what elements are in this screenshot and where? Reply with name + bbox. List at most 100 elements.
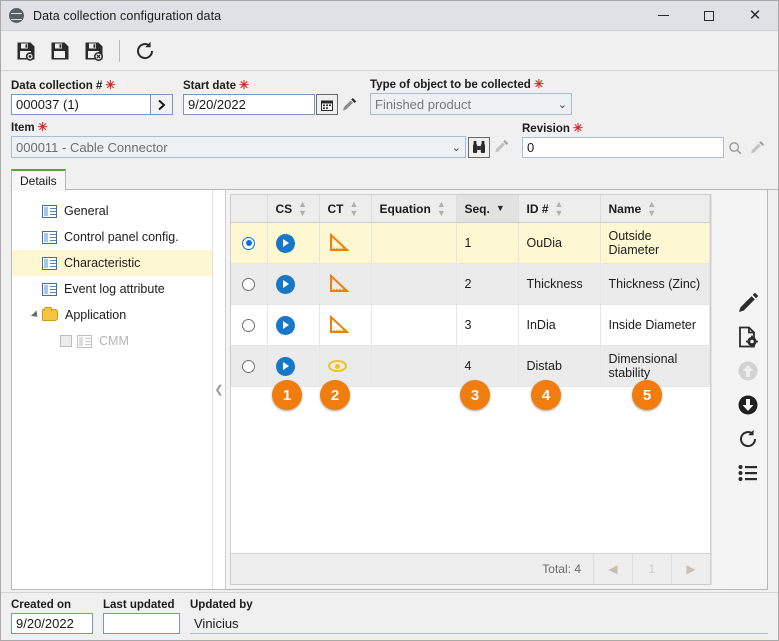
required-icon: [105, 80, 115, 91]
save-and-new-button[interactable]: [9, 34, 43, 68]
save-button[interactable]: [43, 34, 77, 68]
label-data-collection: Data collection #: [11, 80, 173, 92]
expand-collapse-icon[interactable]: [28, 310, 42, 320]
play-icon[interactable]: [275, 315, 295, 335]
name-cell[interactable]: Outside Diameter: [600, 222, 710, 264]
play-icon[interactable]: [275, 233, 295, 253]
list-icon: [42, 256, 57, 270]
item-value: 000011 - Cable Connector: [16, 139, 168, 155]
previous-page-button[interactable]: ◀: [593, 554, 632, 584]
row-select-cell[interactable]: [231, 263, 268, 305]
equation-cell[interactable]: [371, 345, 457, 387]
move-up-button[interactable]: [731, 354, 765, 388]
sort-icon: ▲ ▼: [298, 198, 308, 218]
refresh-button[interactable]: [128, 34, 162, 68]
seq-cell[interactable]: 4: [456, 345, 519, 387]
ct-cell[interactable]: [319, 263, 372, 305]
id-cell[interactable]: Distab: [518, 345, 601, 387]
eye-icon[interactable]: [327, 360, 347, 372]
start-date-input[interactable]: [183, 94, 315, 115]
table-row[interactable]: 3 InDia Inside Diameter: [231, 304, 710, 346]
next-page-button[interactable]: ▶: [671, 554, 710, 584]
data-collection-lookup-button[interactable]: [151, 94, 173, 115]
grid-vertical-scrollbar[interactable]: [711, 194, 725, 585]
col-header-seq[interactable]: Seq. ▼: [456, 195, 519, 223]
field-start-date: Start date: [183, 80, 360, 115]
col-header-ct[interactable]: CT ▲ ▼: [319, 195, 372, 223]
item-clear-button[interactable]: [490, 137, 512, 158]
move-down-button[interactable]: [731, 388, 765, 422]
equation-cell[interactable]: [371, 222, 457, 264]
data-collection-input[interactable]: [11, 94, 151, 115]
col-header-equation[interactable]: Equation ▲ ▼: [371, 195, 457, 223]
row-radio[interactable]: [242, 237, 256, 251]
seq-cell[interactable]: 2: [456, 263, 519, 305]
tab-details[interactable]: Details: [11, 169, 66, 191]
row-radio[interactable]: [242, 319, 256, 333]
panel-collapse-handle[interactable]: ❮: [212, 190, 226, 589]
row-select-cell[interactable]: [231, 222, 268, 264]
col-header-name[interactable]: Name ▲ ▼: [600, 195, 710, 223]
row-radio[interactable]: [242, 360, 256, 374]
save-and-close-button[interactable]: [77, 34, 111, 68]
save-new-icon: [17, 42, 35, 61]
ct-cell[interactable]: [319, 222, 372, 264]
id-cell[interactable]: OuDia: [518, 222, 601, 264]
minimize-button[interactable]: [640, 1, 686, 31]
cs-cell[interactable]: [267, 222, 320, 264]
current-page-number[interactable]: 1: [632, 554, 671, 584]
play-icon[interactable]: [275, 356, 295, 376]
folder-icon: [42, 307, 58, 321]
name-cell[interactable]: Thickness (Zinc): [600, 263, 710, 305]
list-icon: [77, 334, 92, 348]
object-type-select[interactable]: Finished product ⌄: [370, 93, 572, 115]
sort-icon: ▲ ▼: [436, 198, 446, 218]
ct-cell[interactable]: [319, 345, 372, 387]
tree-item-general[interactable]: General: [12, 198, 212, 224]
id-cell[interactable]: Thickness: [518, 263, 601, 305]
seq-cell[interactable]: 3: [456, 304, 519, 346]
grid-refresh-button[interactable]: [731, 422, 765, 456]
cmm-checkbox[interactable]: [60, 335, 72, 347]
table-header-row: CS ▲ ▼ CT ▲ ▼ Equation ▲ ▼ Seq. ▼ ID # ▲…: [231, 195, 710, 223]
equation-cell[interactable]: [371, 263, 457, 305]
col-header-cs[interactable]: CS ▲ ▼: [267, 195, 320, 223]
calendar-button[interactable]: [316, 94, 338, 115]
name-cell[interactable]: Dimensional stability: [600, 345, 710, 387]
id-cell[interactable]: InDia: [518, 304, 601, 346]
row-select-cell[interactable]: [231, 304, 268, 346]
ct-cell[interactable]: [319, 304, 372, 346]
seq-cell[interactable]: 1: [456, 222, 519, 264]
tree-item-cmm[interactable]: CMM: [12, 328, 212, 354]
list-view-button[interactable]: [731, 456, 765, 490]
revision-input[interactable]: [522, 137, 724, 158]
close-button[interactable]: ✕: [732, 1, 778, 31]
tree-item-application[interactable]: Application: [12, 302, 212, 328]
revision-clear-button[interactable]: [746, 137, 768, 158]
item-search-button[interactable]: [468, 136, 490, 158]
equation-cell[interactable]: [371, 304, 457, 346]
maximize-button[interactable]: [686, 1, 732, 31]
col-header-pick[interactable]: [231, 195, 268, 223]
total-count: Total: 4: [542, 562, 581, 576]
play-icon[interactable]: [275, 274, 295, 294]
label-updated-by: Updated by: [190, 599, 253, 611]
start-date-clear-button[interactable]: [338, 94, 360, 115]
row-select-cell[interactable]: [231, 345, 268, 387]
table-row[interactable]: 1 OuDia Outside Diameter: [231, 222, 710, 264]
cs-cell[interactable]: [267, 263, 320, 305]
tree-item-event-log-attribute[interactable]: Event log attribute: [12, 276, 212, 302]
cs-cell[interactable]: [267, 304, 320, 346]
edit-pencil-button[interactable]: [731, 286, 765, 320]
table-row[interactable]: 2 Thickness Thickness (Zinc): [231, 263, 710, 305]
refresh-icon: [740, 429, 757, 448]
revision-search-button[interactable]: [724, 137, 746, 158]
row-radio[interactable]: [242, 278, 256, 292]
name-cell[interactable]: Inside Diameter: [600, 304, 710, 346]
document-settings-button[interactable]: [731, 320, 765, 354]
tree-item-characteristic[interactable]: Characteristic: [12, 250, 212, 276]
item-select[interactable]: 000011 - Cable Connector ⌄: [11, 136, 466, 158]
tree-item-control-panel-config[interactable]: Control panel config.: [12, 224, 212, 250]
col-label: Equation: [379, 201, 431, 216]
col-header-id[interactable]: ID # ▲ ▼: [518, 195, 601, 223]
